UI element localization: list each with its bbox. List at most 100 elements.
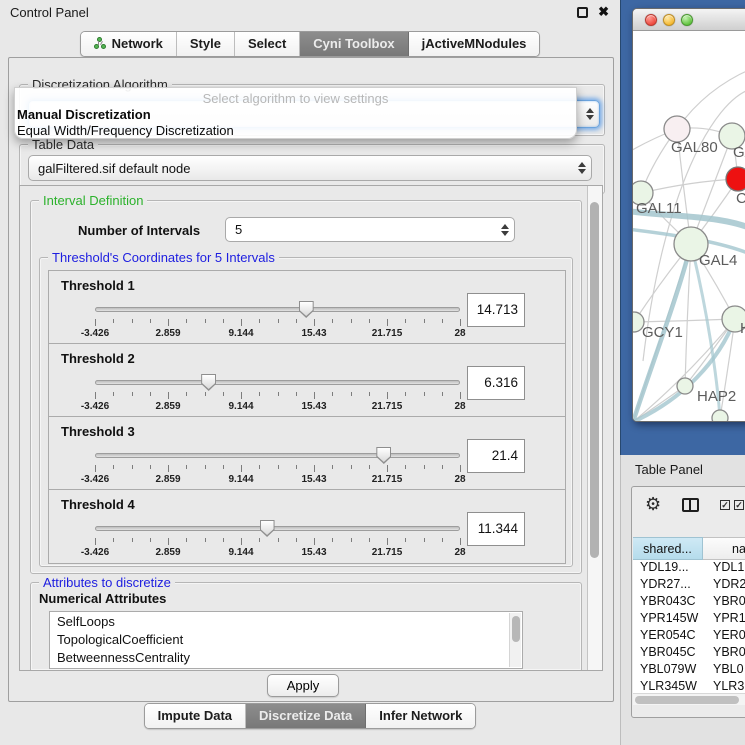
slider-track[interactable] — [95, 453, 460, 458]
tick-label: 9.144 — [228, 328, 253, 339]
tick-label: 28 — [454, 474, 465, 485]
threshold-slider[interactable]: -3.4262.8599.14415.4321.71528 — [95, 447, 460, 487]
threshold-value-field[interactable]: 6.316 — [467, 366, 525, 400]
network-icon — [94, 37, 107, 50]
settings-scroll-area: Interval Definition Number of Intervals … — [19, 185, 603, 671]
tab-infer-network[interactable]: Infer Network — [366, 704, 475, 728]
attribute-list-item[interactable]: BetweennessCentrality — [50, 648, 522, 666]
float-window-icon[interactable] — [577, 7, 588, 18]
tab-cyni-toolbox[interactable]: Cyni Toolbox — [300, 32, 408, 56]
threshold-slider[interactable]: -3.4262.8599.14415.4321.71528 — [95, 374, 460, 414]
cell-name[interactable]: YBR0 — [703, 645, 745, 662]
tab-discretize-data[interactable]: Discretize Data — [246, 704, 366, 728]
network-canvas[interactable]: GAL80 GA GAL11 C GAL4 GCY1 H HAP2 — [633, 31, 745, 422]
cell-name[interactable]: YDL1 — [703, 560, 745, 577]
threshold-slider[interactable]: -3.4262.8599.14415.4321.71528 — [95, 301, 460, 341]
slider-thumb[interactable] — [260, 520, 275, 537]
tick-label: 9.144 — [228, 547, 253, 558]
popup-option-manual-discretization[interactable]: Manual Discretization — [17, 107, 151, 122]
close-icon[interactable]: ✖ — [598, 4, 609, 20]
attribute-list-item[interactable]: TopologicalCoefficient — [50, 630, 522, 648]
slider-thumb[interactable] — [299, 301, 314, 318]
tab-jactivemnodules[interactable]: jActiveMNodules — [409, 32, 540, 56]
network-window-titlebar[interactable] — [633, 9, 745, 31]
slider-track[interactable] — [95, 380, 460, 385]
cell-shared-name[interactable]: YDR27... — [633, 577, 703, 594]
threshold-panel: Threshold 4-3.4262.8599.14415.4321.71528… — [49, 490, 565, 563]
scrollbar-thumb[interactable] — [512, 616, 520, 642]
popup-option-equal-width-frequency[interactable]: Equal Width/Frequency Discretization — [17, 123, 234, 138]
table-row[interactable]: YDR27...YDR2 — [633, 577, 745, 594]
network-node[interactable] — [677, 378, 693, 394]
column-header-name[interactable]: na — [703, 537, 745, 560]
gear-icon[interactable]: ⚙ — [645, 495, 661, 513]
cell-name[interactable]: YPR1 — [703, 611, 745, 628]
tab-impute-data[interactable]: Impute Data — [145, 704, 246, 728]
numerical-attributes-list[interactable]: SelfLoopsTopologicalCoefficientBetweenne… — [49, 611, 523, 669]
slider-thumb[interactable] — [201, 374, 216, 391]
cell-name[interactable]: YDR2 — [703, 577, 745, 594]
table-row[interactable]: YBR045CYBR0 — [633, 645, 745, 662]
cell-name[interactable]: YER0 — [703, 628, 745, 645]
apply-button[interactable]: Apply — [267, 674, 339, 697]
threshold-value-field[interactable]: 11.344 — [467, 512, 525, 546]
cell-shared-name[interactable]: YER054C — [633, 628, 703, 645]
tab-label: Network — [112, 36, 163, 51]
zoom-traffic-light-icon[interactable] — [681, 14, 693, 26]
table-row[interactable]: YPR145WYPR1 — [633, 611, 745, 628]
threshold-value-field[interactable]: 21.4 — [467, 439, 525, 473]
threshold-label: Threshold 2 — [61, 351, 135, 366]
cell-name[interactable]: YBL0 — [703, 662, 745, 679]
threshold-value-field[interactable]: 14.713 — [467, 293, 525, 327]
table-data-combobox[interactable]: galFiltered.sif default node — [28, 155, 592, 181]
slider-ticks — [95, 538, 460, 546]
tick-label: 15.43 — [301, 401, 326, 412]
thresholds-group: Threshold's Coordinates for 5 Intervals … — [39, 257, 573, 567]
table-row[interactable]: YER054CYER0 — [633, 628, 745, 645]
scrollbar-thumb[interactable] — [590, 202, 599, 558]
bottom-tab-bar: Impute Data Discretize Data Infer Networ… — [0, 703, 620, 729]
cell-shared-name[interactable]: YDL19... — [633, 560, 703, 577]
cell-name[interactable]: YBR0 — [703, 594, 745, 611]
slider-track[interactable] — [95, 526, 460, 531]
checkbox-icon[interactable]: ✓ — [720, 500, 730, 510]
group-title: Attributes to discretize — [39, 575, 175, 590]
scrollbar-thumb[interactable] — [635, 696, 739, 704]
tick-label: -3.426 — [81, 328, 109, 339]
network-node[interactable] — [712, 410, 728, 422]
table-row[interactable]: YBR043CYBR0 — [633, 594, 745, 611]
checkbox-icon[interactable]: ✓ — [734, 500, 744, 510]
slider-thumb[interactable] — [376, 447, 391, 464]
cell-shared-name[interactable]: YBL079W — [633, 662, 703, 679]
combobox-stepper-icon — [581, 108, 599, 120]
column-header-shared-name[interactable]: shared... — [633, 537, 703, 560]
tab-style[interactable]: Style — [177, 32, 235, 56]
node-label-gcy1: GCY1 — [642, 324, 683, 341]
node-label-h: H — [740, 320, 745, 337]
network-node-highlighted[interactable] — [726, 167, 745, 191]
tab-select[interactable]: Select — [235, 32, 300, 56]
tick-label: -3.426 — [81, 474, 109, 485]
close-traffic-light-icon[interactable] — [645, 14, 657, 26]
tick-label: 2.859 — [155, 547, 180, 558]
attributes-group: Attributes to discretize Numerical Attri… — [30, 582, 582, 670]
table-row[interactable]: YDL19...YDL1 — [633, 560, 745, 577]
table-horizontal-scrollbar[interactable] — [633, 693, 745, 705]
number-of-intervals-combobox[interactable]: 5 — [225, 217, 515, 242]
table-row[interactable]: YBL079WYBL0 — [633, 662, 745, 679]
cell-shared-name[interactable]: YBR045C — [633, 645, 703, 662]
minimize-traffic-light-icon[interactable] — [663, 14, 675, 26]
threshold-slider[interactable]: -3.4262.8599.14415.4321.71528 — [95, 520, 460, 560]
control-panel-titlebar: Control Panel ✖ — [0, 0, 620, 24]
slider-track[interactable] — [95, 307, 460, 312]
cell-shared-name[interactable]: YPR145W — [633, 611, 703, 628]
cell-shared-name[interactable]: YBR043C — [633, 594, 703, 611]
list-scrollbar[interactable] — [509, 613, 521, 667]
threshold-panel: Threshold 1-3.4262.8599.14415.4321.71528… — [49, 271, 565, 344]
split-table-icon[interactable] — [682, 498, 699, 512]
tab-network[interactable]: Network — [81, 32, 177, 56]
attribute-list-item[interactable]: SelfLoops — [50, 612, 522, 630]
settings-scrollbar[interactable] — [587, 186, 602, 670]
slider-tick-labels: -3.4262.8599.14415.4321.71528 — [95, 328, 460, 340]
threshold-stack: Threshold 1-3.4262.8599.14415.4321.71528… — [48, 270, 566, 564]
